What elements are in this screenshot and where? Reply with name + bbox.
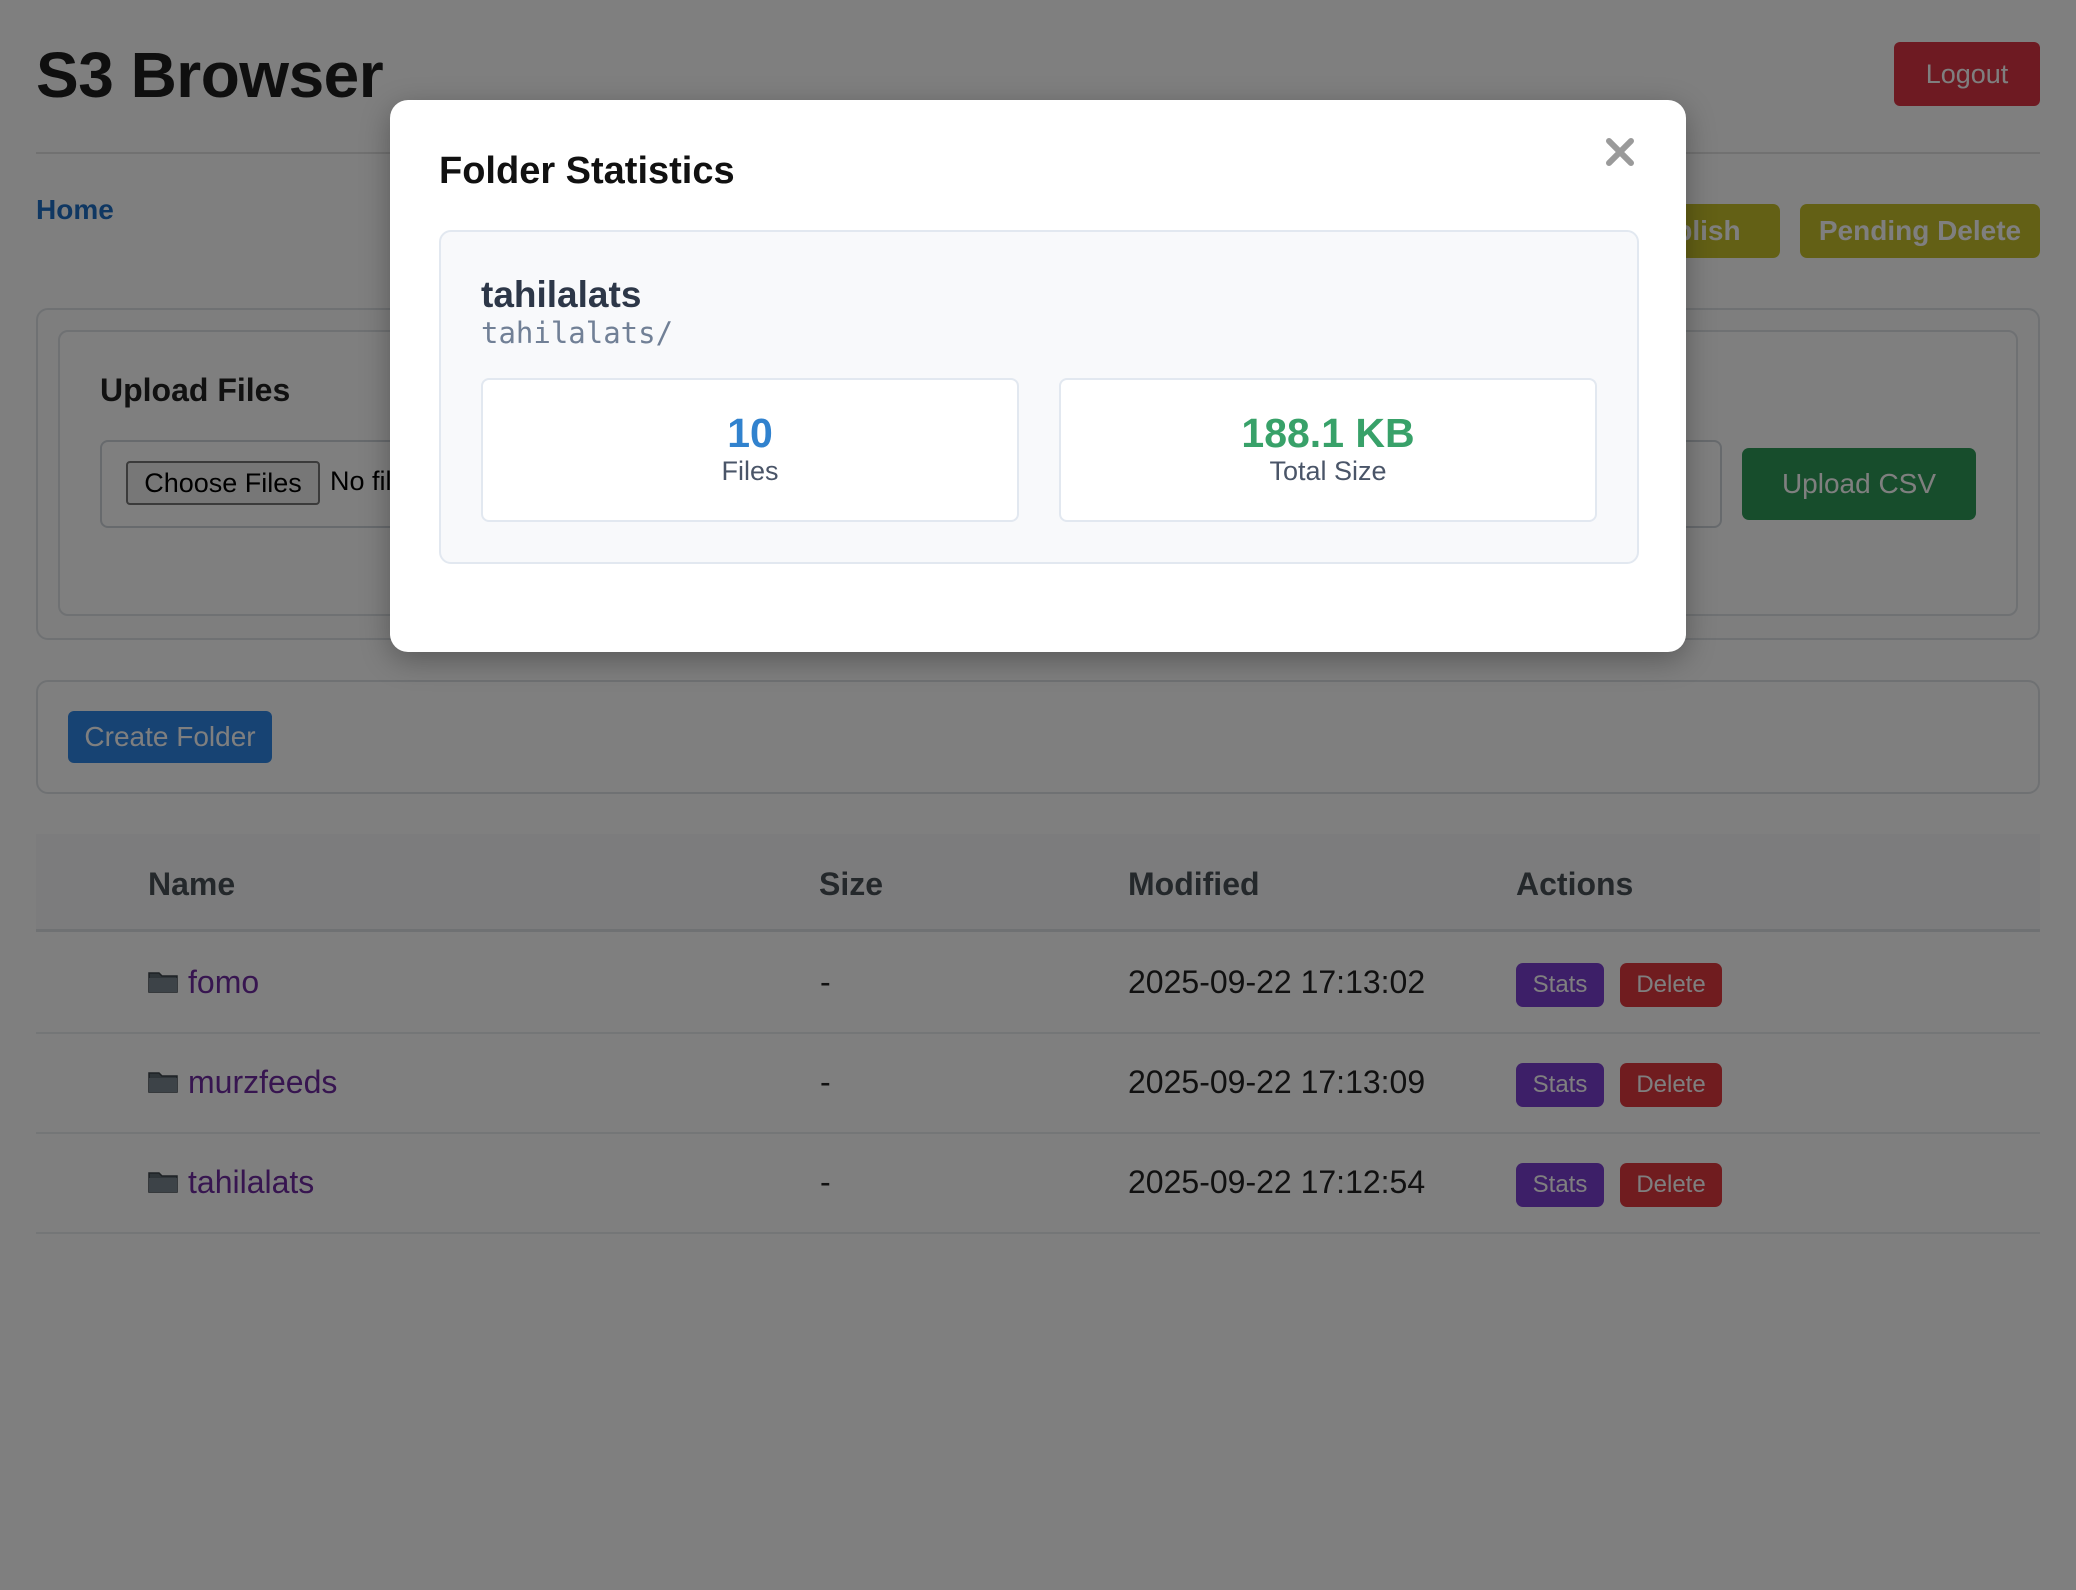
stats-folder-name: tahilalats (481, 274, 642, 315)
stats-folder-path: tahilalats/ (481, 316, 674, 350)
size-stat: 188.1 KB Total Size (1059, 378, 1597, 522)
folder-statistics-modal: Folder Statistics tahilalats tahilalats/… (390, 100, 1686, 652)
files-label: Files (721, 456, 779, 486)
files-count: 10 (727, 410, 773, 456)
total-size-label: Total Size (1269, 456, 1387, 486)
close-icon-glyph (1606, 138, 1634, 166)
close-icon[interactable] (1598, 130, 1642, 174)
stats-card: tahilalats tahilalats/ 10 Files 188.1 KB… (439, 230, 1639, 564)
modal-title: Folder Statistics (439, 150, 735, 192)
files-stat: 10 Files (481, 378, 1019, 522)
total-size-value: 188.1 KB (1241, 410, 1415, 456)
